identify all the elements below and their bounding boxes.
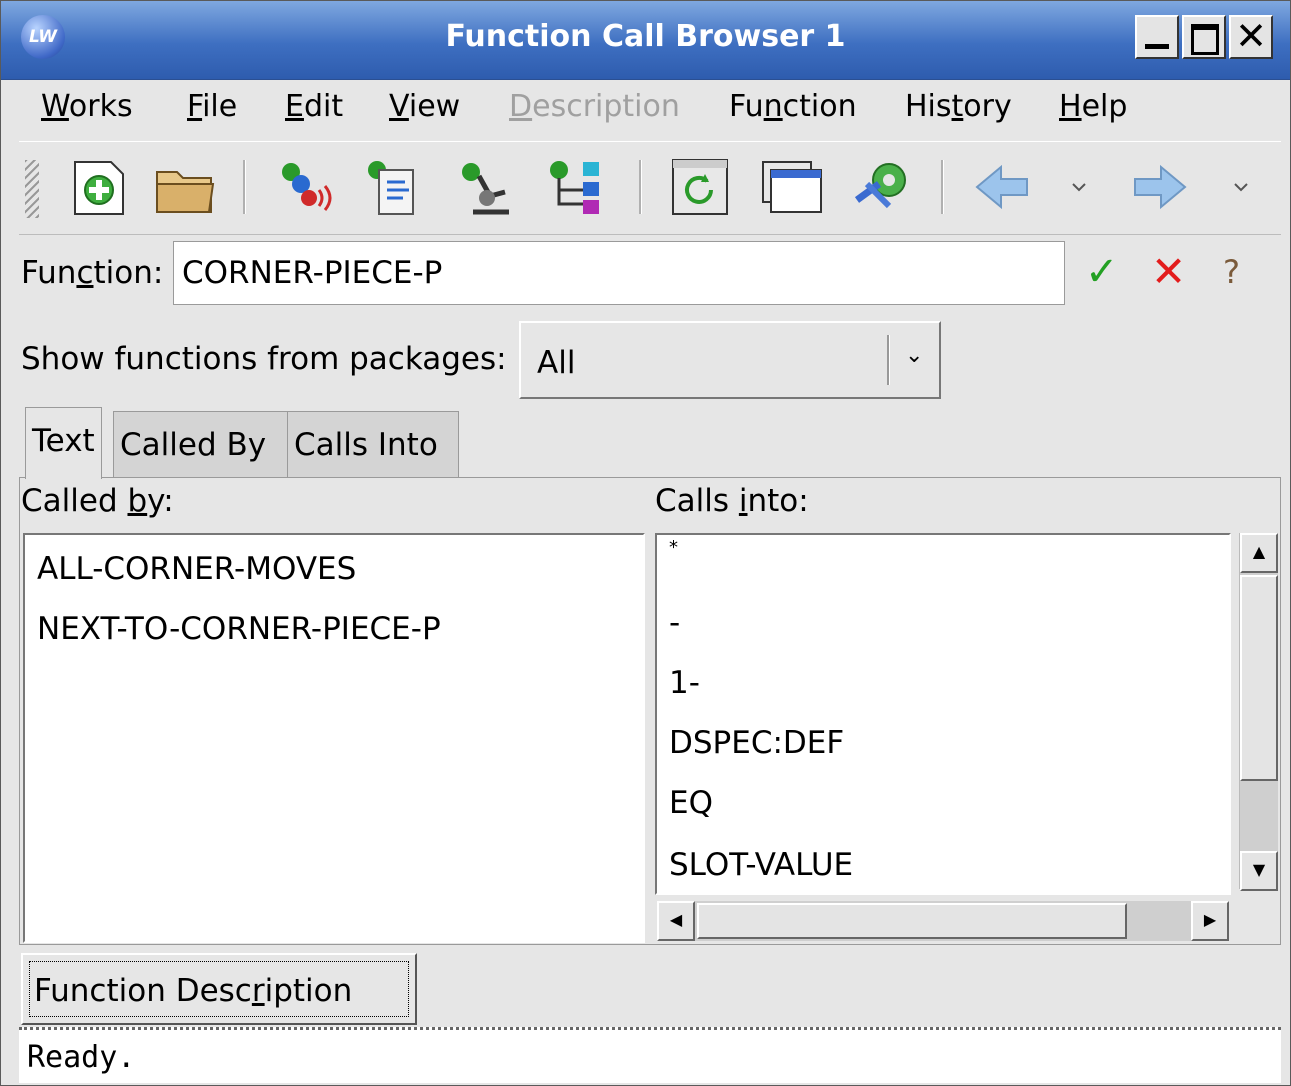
horizontal-scrollbar[interactable]: ◀ ▶ [657,901,1229,941]
calls-into-label: Calls into: [655,483,809,519]
vertical-scrollbar[interactable]: ▲ ▼ [1239,533,1278,891]
menu-edit[interactable]: Edit [285,89,343,124]
tab-calls-into[interactable]: Calls Into [287,411,459,477]
forward-history-dropdown-icon[interactable] [1221,154,1261,220]
scroll-right-icon[interactable]: ▶ [1191,901,1229,941]
function-description-button[interactable]: Function Description >> [21,953,417,1067]
open-folder-icon[interactable] [151,154,217,220]
refresh-icon[interactable] [667,154,733,220]
menu-function[interactable]: Function [729,89,857,124]
toolbar [19,141,1281,235]
menu-works[interactable]: Works [41,89,133,124]
menu-bar: Works File Edit View Description Functio… [19,79,1281,139]
status-bar: Ready. [19,1027,1281,1083]
tab-called-by[interactable]: Called By [113,411,289,477]
called-by-list[interactable]: ALL-CORNER-MOVES NEXT-TO-CORNER-PIECE-P [23,533,645,943]
tools-icon[interactable] [849,154,915,220]
scroll-thumb[interactable] [697,903,1127,939]
list-item[interactable]: ALL-CORNER-MOVES [37,551,356,587]
help-question-icon[interactable]: ? [1223,253,1240,291]
close-icon: ✕ [1235,14,1267,58]
close-button[interactable]: ✕ [1229,15,1273,59]
back-arrow-icon[interactable] [969,154,1035,220]
scroll-down-icon[interactable]: ▼ [1240,851,1278,891]
menu-history[interactable]: History [905,89,1012,124]
list-item[interactable]: 1- [669,665,700,701]
cancel-x-icon[interactable]: ✕ [1151,247,1186,296]
list-item[interactable]: DSPEC:DEF [669,725,844,761]
back-history-dropdown-icon[interactable] [1059,154,1099,220]
function-input[interactable]: CORNER-PIECE-P [173,241,1065,305]
calls-into-list[interactable]: * - 1- DSPEC:DEF EQ SLOT-VALUE [655,533,1231,895]
packages-selected: All [537,345,576,381]
listen-icon[interactable] [273,154,339,220]
menu-file[interactable]: File [187,89,237,124]
scroll-left-icon[interactable]: ◀ [657,901,695,941]
toolbar-grip-icon[interactable] [25,160,39,218]
menu-help[interactable]: Help [1059,89,1127,124]
title-bar[interactable]: LW Function Call Browser 1 ✕ [1,1,1290,80]
list-item[interactable]: EQ [669,785,713,821]
clipboard-icon[interactable] [361,154,427,220]
list-item[interactable]: SLOT-VALUE [669,847,853,883]
menu-view[interactable]: View [389,89,460,124]
list-item[interactable]: * [669,537,678,558]
confirm-check-icon[interactable]: ✓ [1085,249,1119,295]
window-title: Function Call Browser 1 [445,19,846,54]
chevron-down-icon: ⌄ [905,343,924,368]
status-text: Ready. [27,1040,136,1075]
window-icon[interactable] [759,154,825,220]
minimize-button[interactable] [1135,15,1179,59]
tab-text[interactable]: Text [25,407,102,479]
forward-arrow-icon[interactable] [1127,154,1193,220]
packages-dropdown[interactable]: All ⌄ [519,321,941,399]
packages-label: Show functions from packages: [21,341,507,377]
list-item[interactable]: NEXT-TO-CORNER-PIECE-P [37,611,441,647]
scroll-thumb[interactable] [1240,575,1278,781]
new-icon[interactable] [67,154,133,220]
maximize-button[interactable] [1182,15,1226,59]
called-by-label: Called by: [21,483,174,519]
function-call-browser-window: LW Function Call Browser 1 ✕ Works File … [0,0,1291,1086]
menu-description[interactable]: Description [509,89,680,124]
scroll-up-icon[interactable]: ▲ [1240,533,1278,573]
inspect-icon[interactable] [453,154,519,220]
function-label: Function: [21,255,164,291]
list-item[interactable]: - [669,605,680,641]
tree-icon[interactable] [543,154,609,220]
